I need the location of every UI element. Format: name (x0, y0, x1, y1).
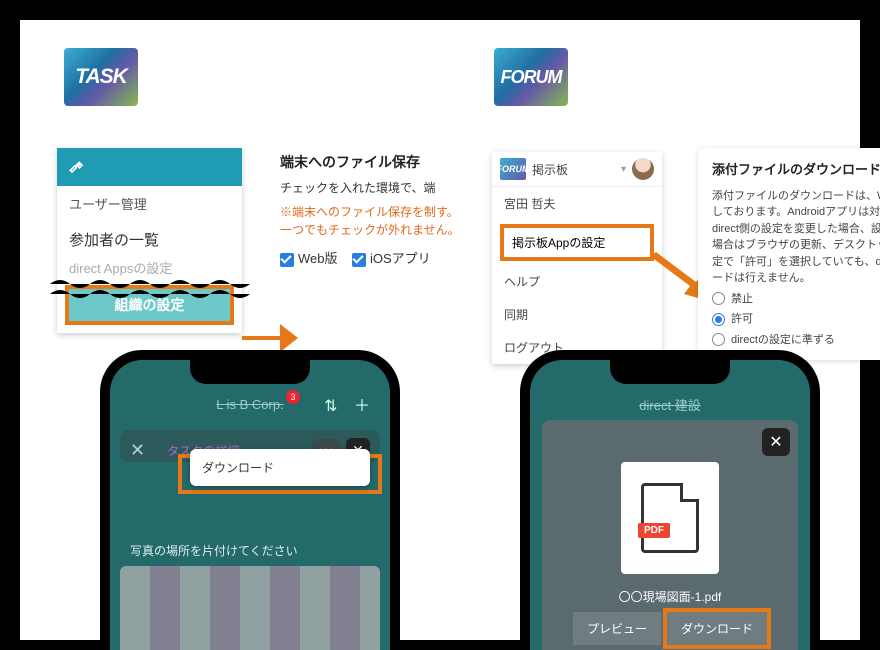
pdf-preview-card: PDF (621, 462, 719, 574)
avatar[interactable] (632, 158, 654, 180)
menu-user-mgmt[interactable]: ユーザー管理 (57, 186, 242, 221)
close-icon[interactable]: ✕ (130, 440, 145, 461)
task-body-text: 写真の場所を片付けてください (130, 542, 298, 559)
wrench-icon (57, 148, 242, 186)
download-highlight-box: ダウンロード (178, 454, 382, 494)
notification-badge: 3 (286, 390, 300, 404)
pdf-icon: PDF (641, 483, 699, 553)
forum-description-card: 添付ファイルのダウンロード 添付ファイルのダウンロードは、Windoしております… (698, 148, 880, 360)
forum-badge: FORUM (494, 48, 568, 106)
download-menu-item[interactable]: ダウンロード (190, 449, 370, 486)
chevron-down-icon[interactable]: ▾ (621, 164, 626, 175)
task-desc-warning: ※端末へのファイル保存を制す。一つでもチェックが外れません。 (280, 203, 470, 239)
phone-mock-forum: direct 建設 ✕ PDF 〇〇現場図面-1.pdf プレビュー ダウンロー… (520, 350, 820, 650)
pdf-filename: 〇〇現場図面-1.pdf (542, 588, 798, 605)
menu-username: 宮田 哲夫 (492, 187, 662, 220)
download-button-highlight[interactable]: ダウンロード (667, 612, 767, 645)
menu-sync[interactable]: 同期 (492, 298, 662, 331)
radio-allow[interactable] (712, 313, 725, 326)
task-photo (120, 566, 380, 650)
forum-mini-badge: FORUM (500, 158, 526, 180)
checkbox-web[interactable] (280, 253, 294, 267)
wavy-divider (50, 276, 250, 300)
phone-notch (610, 360, 730, 384)
task-settings-panel: ユーザー管理 参加者の一覧 direct Appsの設定 組織の設定 (57, 148, 242, 333)
phone-header: L is B Corp. 3 ⇅ ＋ (110, 384, 390, 424)
task-desc-line1: チェックを入れた環境で、端 (280, 179, 470, 197)
forum-desc-title: 添付ファイルのダウンロード (712, 160, 880, 180)
phone-header: direct 建設 (530, 384, 810, 424)
header-icons[interactable]: ⇅ ＋ (324, 392, 376, 416)
radio-follow-direct[interactable] (712, 333, 725, 346)
phone-notch (190, 360, 310, 384)
task-description-card: 端末へのファイル保存 チェックを入れた環境で、端 ※端末へのファイル保存を制す。… (280, 152, 470, 269)
task-badge: TASK (64, 48, 138, 106)
forum-desc-body: 添付ファイルのダウンロードは、Windoしております。Androidアプリは対応… (712, 188, 880, 287)
menu-help[interactable]: ヘルプ (492, 265, 662, 298)
phone-mock-task: L is B Corp. 3 ⇅ ＋ ✕ タスクの詳細 ••• ✕ ダウンロード… (100, 350, 400, 650)
radio-forbid[interactable] (712, 292, 725, 305)
preview-button[interactable]: プレビュー (573, 612, 661, 645)
menu-forum-app-settings-highlight[interactable]: 掲示板Appの設定 (500, 224, 654, 261)
task-desc-title: 端末へのファイル保存 (280, 152, 470, 173)
close-button[interactable]: ✕ (762, 428, 790, 456)
forum-dropdown-panel: FORUM 掲示板 ▾ 宮田 哲夫 掲示板Appの設定 ヘルプ 同期 ログアウト (492, 152, 662, 364)
attachment-overlay: ✕ PDF 〇〇現場図面-1.pdf プレビュー ダウンロード (542, 420, 798, 650)
menu-participants[interactable]: 参加者の一覧 (57, 221, 242, 258)
checkbox-ios[interactable] (352, 253, 366, 267)
forum-top-title[interactable]: 掲示板 (532, 161, 621, 178)
